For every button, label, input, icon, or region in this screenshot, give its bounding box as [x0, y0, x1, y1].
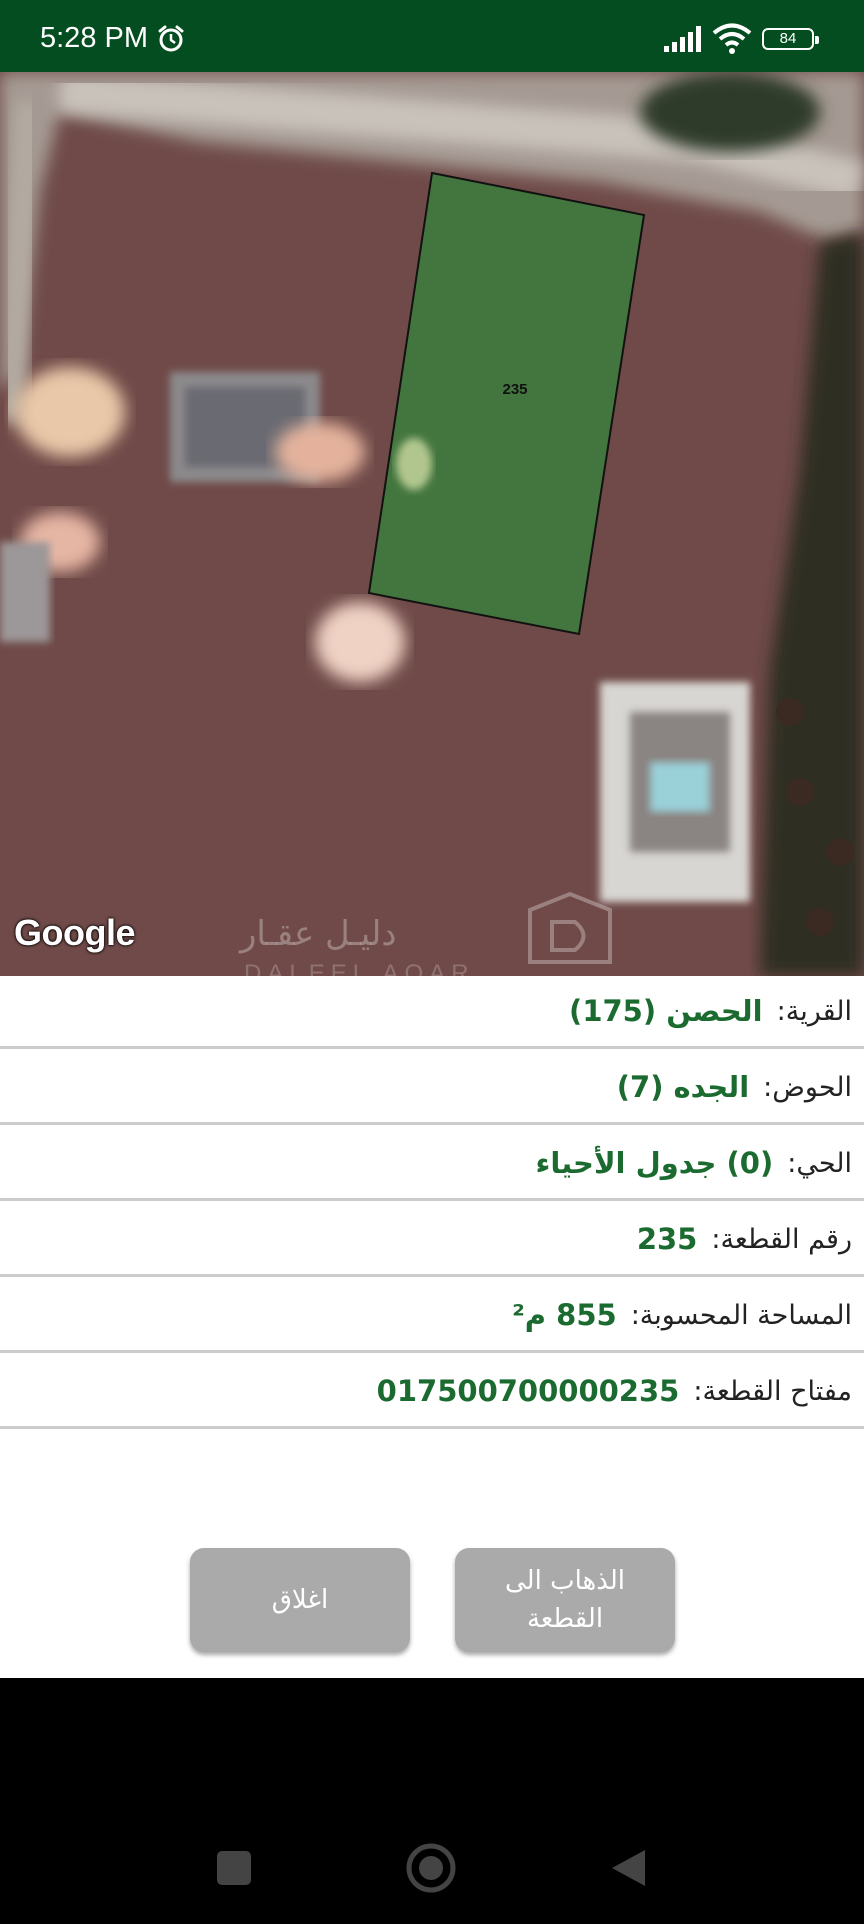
home-icon[interactable]: [406, 1843, 456, 1893]
info-row-parcel-key: مفتاح القطعة: 017500700000235: [0, 1356, 864, 1429]
info-row-basin: الحوض: الجده (7): [0, 1052, 864, 1125]
wifi-icon: [712, 22, 752, 58]
parcel-number-value: 235: [636, 1222, 698, 1256]
go-to-parcel-button[interactable]: الذهاب الى القطعة: [455, 1548, 675, 1652]
info-row-parcel-number: رقم القطعة: 235: [0, 1204, 864, 1277]
info-row-neighborhood: الحي: (0) جدول الأحياء: [0, 1128, 864, 1201]
parcel-info-panel: القرية: الحصن (175) الحوض: الجده (7) الح…: [0, 976, 864, 1678]
village-value: الحصن (175): [569, 994, 763, 1028]
village-label: القرية:: [776, 995, 852, 1027]
neighborhood-label: الحي:: [787, 1147, 852, 1179]
back-icon[interactable]: [612, 1850, 645, 1886]
watermark-text: دليـل عقـار: [240, 914, 397, 954]
status-bar: 5:28 PM 84: [0, 0, 864, 72]
neighborhood-value: (0) جدول الأحياء: [535, 1146, 774, 1180]
recents-icon[interactable]: [217, 1851, 251, 1885]
info-row-village: القرية: الحصن (175): [0, 976, 864, 1049]
satellite-map[interactable]: 235 Google دليـل عقـار DALEEL AQAR: [0, 72, 864, 976]
close-button[interactable]: اغلاق: [190, 1548, 410, 1652]
parcel-number-label-text: رقم القطعة:: [711, 1223, 852, 1255]
battery-icon: 84: [762, 28, 819, 50]
status-time: 5:28 PM: [40, 22, 148, 54]
info-row-area: المساحة المحسوبة: 855 م²: [0, 1280, 864, 1353]
google-logo: Google: [14, 912, 136, 953]
basin-value: الجده (7): [616, 1070, 750, 1104]
signal-icon: [664, 26, 704, 56]
go-to-parcel-line1: الذهاب الى: [505, 1566, 625, 1596]
close-label: اغلاق: [271, 1585, 329, 1615]
basin-label: الحوض:: [763, 1071, 852, 1103]
parcel-key-label: مفتاح القطعة:: [693, 1375, 852, 1407]
go-to-parcel-line2: القطعة: [526, 1604, 604, 1634]
parcel-key-value: 017500700000235: [376, 1374, 680, 1408]
battery-level: 84: [779, 30, 797, 47]
area-value: 855 م²: [512, 1298, 617, 1332]
go-to-parcel-label: الذهاب الى القطعة: [505, 1562, 625, 1638]
alarm-icon: [156, 24, 186, 58]
area-label: المساحة المحسوبة:: [630, 1299, 852, 1331]
parcel-number-label: 235: [502, 381, 527, 398]
map-imagery: 235: [0, 72, 864, 976]
watermark-latin: DALEEL AQAR: [244, 960, 475, 976]
system-nav-bar: [0, 1678, 864, 1920]
